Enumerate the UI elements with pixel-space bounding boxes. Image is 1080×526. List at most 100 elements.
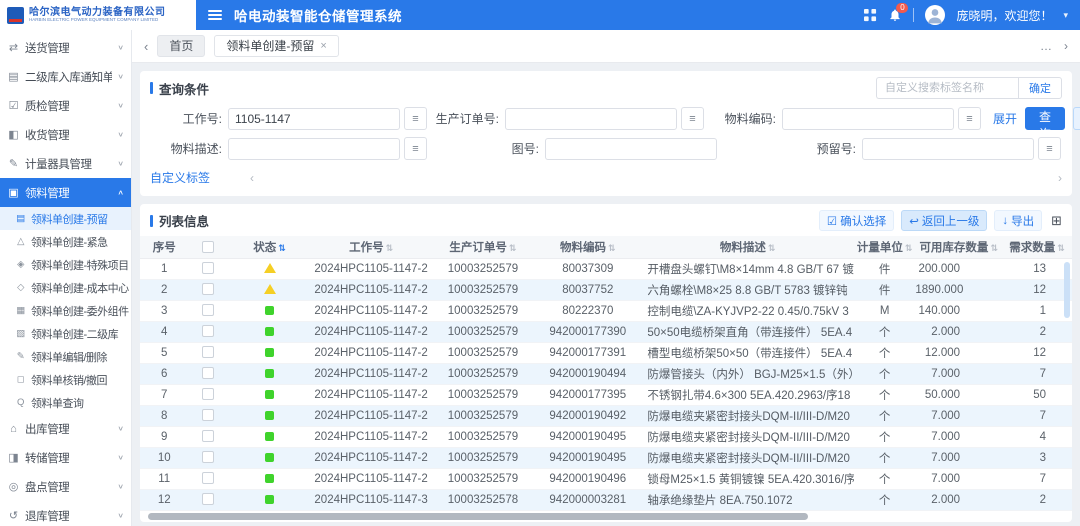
tabs-scroll-right-icon[interactable]: › [1064, 39, 1068, 53]
row-checkbox[interactable] [202, 430, 214, 442]
filter-icon[interactable]: ≡ [1038, 137, 1061, 160]
user-greeting[interactable]: 庞晓明，欢迎您！ [956, 7, 1052, 24]
row-checkbox[interactable] [202, 283, 214, 295]
tab-close-icon[interactable]: × [320, 36, 326, 56]
material-code-input[interactable] [782, 108, 954, 130]
sidebar-subitem[interactable]: ◈领料单创建-特殊项目 [0, 253, 131, 276]
cell-description: 轴承绝缘垫片 8EA.750.1072 [641, 489, 854, 510]
menu-collapse-icon[interactable] [208, 10, 222, 20]
custom-tags-link[interactable]: 自定义标签 [150, 169, 210, 186]
sidebar-item[interactable]: ⇄送货管理∨ [0, 33, 131, 62]
filter-icon[interactable]: ≡ [958, 107, 981, 130]
filter-icon[interactable]: ≡ [404, 137, 427, 160]
row-checkbox[interactable] [202, 346, 214, 358]
col-stock[interactable]: 可用库存数量⇅ [915, 236, 1002, 258]
tag-search-input[interactable] [876, 77, 1018, 99]
notification-bell-icon[interactable]: 0 [888, 8, 902, 22]
scrollbar-thumb[interactable] [148, 513, 808, 520]
col-description[interactable]: 物料描述⇅ [641, 236, 854, 258]
sidebar-item[interactable]: ☑质检管理∨ [0, 91, 131, 120]
table-row[interactable]: 72024HPC1105-1147-2100032525799420001773… [140, 384, 1072, 405]
col-status[interactable]: 状态⇅ [229, 236, 311, 258]
production-order-input[interactable] [505, 108, 677, 130]
sidebar-subitem[interactable]: ◻领料单核销/撤回 [0, 368, 131, 391]
sort-icon[interactable]: ⇅ [905, 243, 913, 253]
sort-icon[interactable]: ⇅ [990, 243, 998, 253]
row-checkbox[interactable] [202, 451, 214, 463]
confirm-button[interactable]: 确定 [1018, 77, 1062, 99]
col-material-code[interactable]: 物料编码⇅ [534, 236, 641, 258]
filter-icon[interactable]: ≡ [681, 107, 704, 130]
sort-icon[interactable]: ⇅ [386, 243, 394, 253]
column-settings-icon[interactable]: ⊞ [1051, 213, 1062, 229]
sidebar-item[interactable]: ◨转储管理∨ [0, 443, 131, 472]
tag-scroll-left-icon[interactable]: ‹ [250, 171, 254, 185]
row-checkbox[interactable] [202, 367, 214, 379]
reserve-no-input[interactable] [862, 138, 1034, 160]
sort-icon[interactable]: ⇅ [1057, 243, 1065, 253]
row-checkbox[interactable] [202, 304, 214, 316]
vertical-scrollbar[interactable] [1064, 262, 1070, 318]
sidebar-item[interactable]: ▤二级库入库通知单∨ [0, 62, 131, 91]
row-checkbox[interactable] [202, 325, 214, 337]
sidebar-item[interactable]: ◎盘点管理∨ [0, 472, 131, 501]
sidebar-subitem[interactable]: Q领料单查询 [0, 391, 131, 414]
row-checkbox[interactable] [202, 388, 214, 400]
sidebar-subitem[interactable]: ▦领料单创建-委外组件 [0, 299, 131, 322]
reset-button[interactable]: 重置 [1073, 107, 1080, 130]
col-order-no[interactable]: 生产订单号⇅ [432, 236, 535, 258]
drawing-no-input[interactable] [545, 138, 717, 160]
tab-home[interactable]: 首页 [157, 35, 205, 57]
col-work-no[interactable]: 工作号⇅ [311, 236, 432, 258]
table-row[interactable]: 32024HPC1105-1147-21000325257980222370控制… [140, 300, 1072, 321]
confirm-select-button[interactable]: ☑确认选择 [819, 210, 894, 231]
row-checkbox[interactable] [202, 493, 214, 505]
sidebar-subitem[interactable]: ◇领料单创建-成本中心 [0, 276, 131, 299]
tabs-scroll-left-icon[interactable]: ‹ [144, 39, 148, 54]
table-row[interactable]: 42024HPC1105-1147-2100032525799420001773… [140, 321, 1072, 342]
tabs-more-icon[interactable]: … [1040, 39, 1052, 53]
sidebar-item[interactable]: ◧收货管理∨ [0, 120, 131, 149]
horizontal-scrollbar[interactable] [148, 512, 1064, 521]
search-button[interactable]: 查询 [1025, 107, 1065, 130]
apps-grid-icon[interactable] [864, 9, 877, 22]
table-row[interactable]: 112024HPC1105-1147-210003252579942000190… [140, 468, 1072, 489]
status-ok-icon [265, 327, 274, 336]
sidebar-item[interactable]: ↺退库管理∨ [0, 501, 131, 526]
expand-link[interactable]: 展开 [993, 110, 1017, 127]
select-all-checkbox[interactable] [202, 241, 214, 253]
table-row[interactable]: 122024HPC1105-1147-310003252578942000003… [140, 489, 1072, 510]
sidebar-item[interactable]: ⌂出库管理∨ [0, 414, 131, 443]
table-row[interactable]: 92024HPC1105-1147-2100032525799420001904… [140, 426, 1072, 447]
sort-icon[interactable]: ⇅ [768, 243, 776, 253]
table-row[interactable]: 52024HPC1105-1147-2100032525799420001773… [140, 342, 1072, 363]
col-unit[interactable]: 计量单位⇅ [854, 236, 916, 258]
material-desc-input[interactable] [228, 138, 400, 160]
filter-icon[interactable]: ≡ [404, 107, 427, 130]
table-row[interactable]: 62024HPC1105-1147-2100032525799420001904… [140, 363, 1072, 384]
sidebar-subitem[interactable]: ▧领料单创建-二级库 [0, 322, 131, 345]
sidebar-subitem[interactable]: ▤领料单创建-预留 [0, 207, 131, 230]
sidebar-item[interactable]: ▣领料管理∧ [0, 178, 131, 207]
table-row[interactable]: 102024HPC1105-1147-210003252579942000190… [140, 447, 1072, 468]
row-checkbox[interactable] [202, 472, 214, 484]
tab-requisition-reserve[interactable]: 领料单创建-预留 × [214, 35, 338, 57]
sort-icon[interactable]: ⇅ [608, 243, 616, 253]
table-row[interactable]: 12024HPC1105-1147-21000325257980037309开槽… [140, 258, 1072, 279]
back-up-level-button[interactable]: ↩返回上一级 [901, 210, 987, 231]
user-avatar[interactable] [925, 5, 945, 25]
sidebar-subitem[interactable]: △领料单创建-紧急 [0, 230, 131, 253]
tag-scroll-right-icon[interactable]: › [1058, 171, 1062, 185]
sidebar-subitem[interactable]: ✎领料单编辑/删除 [0, 345, 131, 368]
work-no-input[interactable] [228, 108, 400, 130]
table-row[interactable]: 22024HPC1105-1147-21000325257980037752六角… [140, 279, 1072, 300]
sort-icon[interactable]: ⇅ [278, 243, 286, 253]
table-row[interactable]: 82024HPC1105-1147-2100032525799420001904… [140, 405, 1072, 426]
chevron-down-icon[interactable]: ▾ [1063, 10, 1068, 21]
row-checkbox[interactable] [202, 262, 214, 274]
export-button[interactable]: ↓导出 [994, 210, 1042, 231]
row-checkbox[interactable] [202, 409, 214, 421]
sort-icon[interactable]: ⇅ [509, 243, 517, 253]
col-demand[interactable]: 需求数量⇅ [1002, 236, 1072, 258]
sidebar-item[interactable]: ✎计量器具管理∨ [0, 149, 131, 178]
